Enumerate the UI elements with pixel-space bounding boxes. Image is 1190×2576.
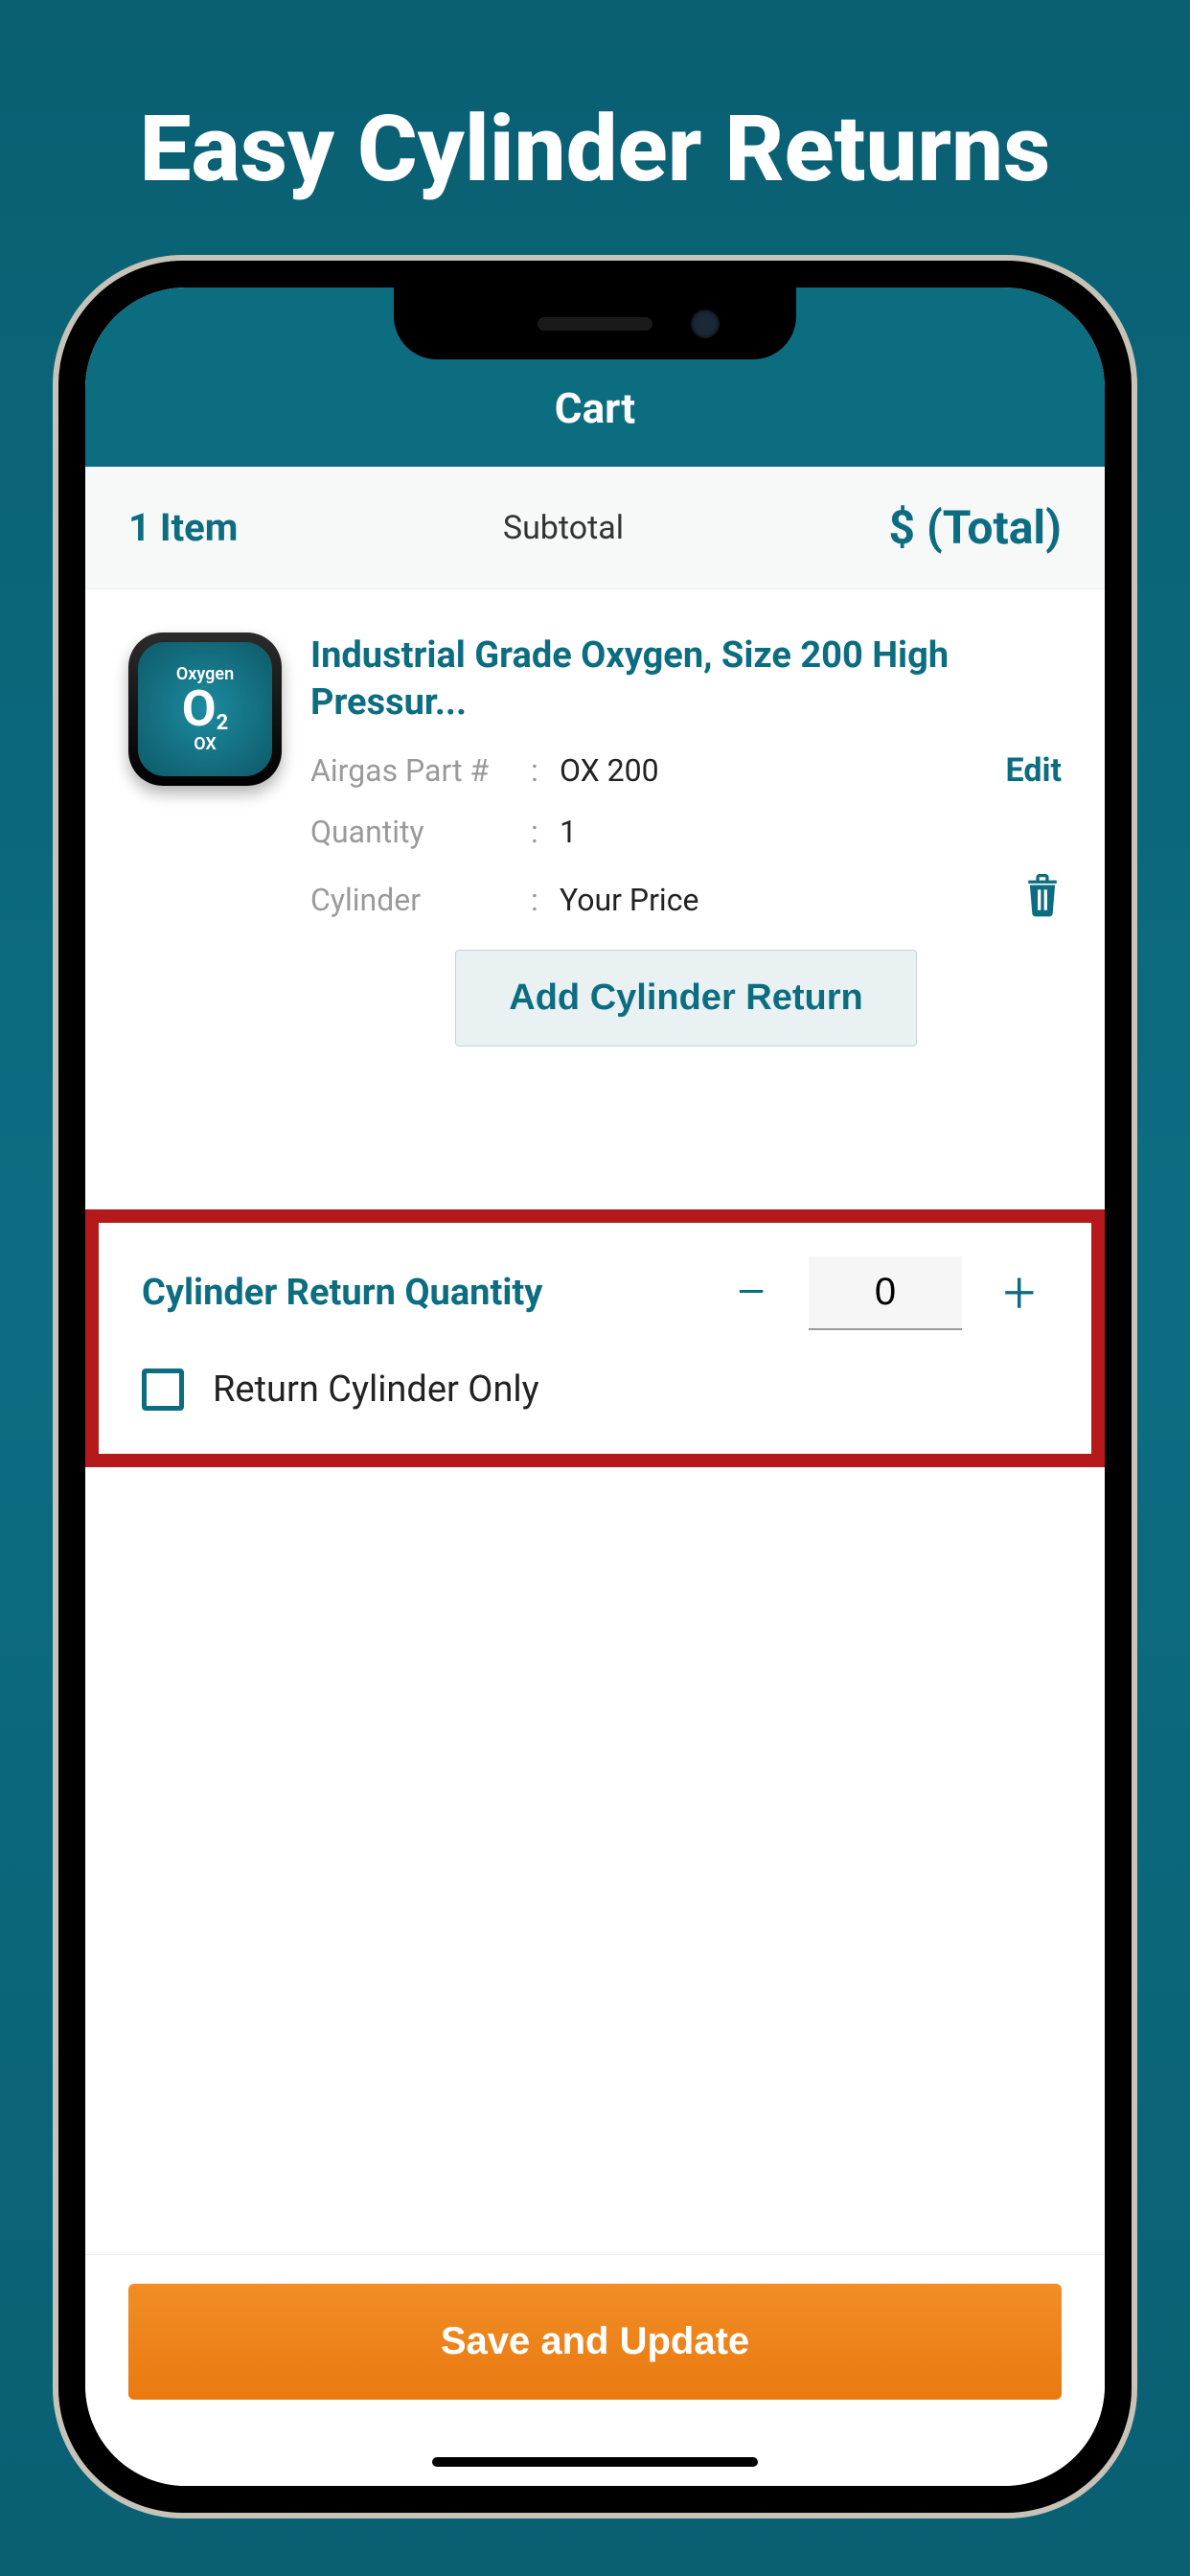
return-only-checkbox[interactable] [142, 1368, 184, 1411]
part-label: Airgas Part # [310, 752, 531, 789]
camera-icon [691, 310, 720, 338]
return-qty-input[interactable] [809, 1256, 962, 1330]
part-number-line: Airgas Part # : OX 200 Edit [310, 751, 1062, 790]
page-heading: Easy Cylinder Returns [140, 96, 1051, 203]
product-image[interactable]: Oxygen O2 OX [128, 632, 282, 786]
product-details: Industrial Grade Oxygen, Size 200 High P… [310, 632, 1062, 1046]
add-cylinder-return-button[interactable]: Add Cylinder Return [455, 950, 916, 1046]
item-count: 1 Item [128, 505, 238, 550]
edit-link[interactable]: Edit [1006, 751, 1062, 790]
header-title: Cart [85, 383, 1105, 433]
return-only-label: Return Cylinder Only [213, 1368, 539, 1411]
subtotal-label: Subtotal [503, 509, 624, 547]
quantity-label: Quantity [310, 814, 531, 850]
speaker [538, 317, 652, 331]
footer: Save and Update [85, 2254, 1105, 2486]
tile-symbol: O2 [182, 684, 228, 734]
quantity-line: Quantity : 1 [310, 814, 1062, 850]
notch [394, 288, 796, 359]
home-indicator[interactable] [432, 2457, 758, 2467]
return-qty-label: Cylinder Return Quantity [142, 1272, 722, 1314]
save-update-button[interactable]: Save and Update [128, 2284, 1062, 2400]
return-highlight-box: Cylinder Return Quantity − + Return Cyli… [85, 1209, 1105, 1467]
cylinder-line: Cylinder : Your Price [310, 874, 1062, 926]
return-only-row[interactable]: Return Cylinder Only [142, 1368, 1048, 1411]
quantity-stepper: − + [722, 1256, 1048, 1330]
part-value: OX 200 [560, 752, 1006, 789]
product-title[interactable]: Industrial Grade Oxygen, Size 200 High P… [310, 632, 1062, 727]
product-row: Oxygen O2 OX Industrial Grade Oxygen, Si… [128, 632, 1062, 1046]
phone-frame: Cart 1 Item Subtotal $ (Total) Oxygen O2… [58, 261, 1132, 2513]
plus-icon[interactable]: + [991, 1264, 1048, 1322]
total-amount: $ (Total) [888, 500, 1062, 555]
summary-bar: 1 Item Subtotal $ (Total) [85, 467, 1105, 589]
tile-label-bot: OX [194, 734, 217, 754]
cylinder-value: Your Price [560, 882, 1023, 918]
cylinder-label: Cylinder [310, 882, 531, 918]
trash-icon[interactable] [1023, 874, 1062, 926]
minus-icon[interactable]: − [722, 1264, 780, 1322]
return-qty-row: Cylinder Return Quantity − + [142, 1256, 1048, 1330]
phone-screen: Cart 1 Item Subtotal $ (Total) Oxygen O2… [85, 288, 1105, 2486]
quantity-value: 1 [560, 814, 1062, 850]
content-area: Oxygen O2 OX Industrial Grade Oxygen, Si… [85, 589, 1105, 2254]
product-tile-inner: Oxygen O2 OX [138, 642, 272, 776]
product-tile: Oxygen O2 OX [128, 632, 282, 786]
